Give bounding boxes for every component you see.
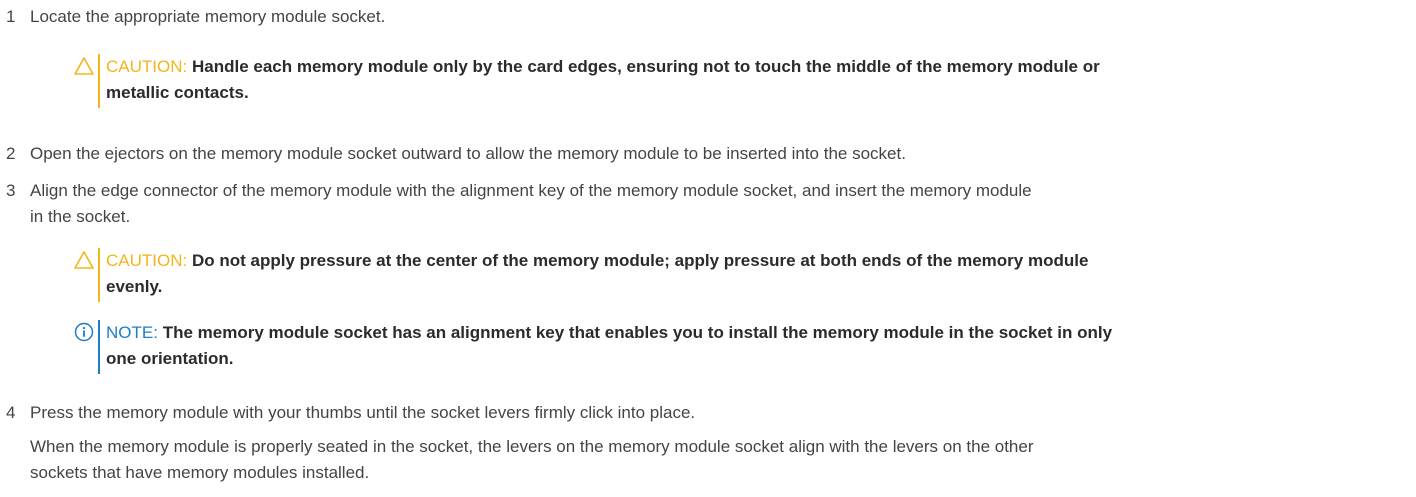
step-text: Open the ejectors on the memory module s…	[30, 141, 1400, 167]
note-label: NOTE:	[106, 323, 158, 342]
caution-text-line: metallic contacts.	[106, 83, 249, 102]
caution-label: CAUTION:	[106, 57, 188, 76]
note-text: NOTE: The memory module socket has an al…	[106, 320, 1406, 372]
step-text: Locate the appropriate memory module soc…	[30, 4, 1400, 30]
caution-bar	[98, 248, 100, 302]
step-number: 2	[6, 144, 16, 163]
step-text: Align the edge connector of the memory m…	[30, 178, 1400, 230]
step-text: Press the memory module with your thumbs…	[30, 400, 1400, 426]
caution-text-line: evenly.	[106, 277, 163, 296]
step-number: 1	[6, 7, 16, 26]
step-text-line: Align the edge connector of the memory m…	[30, 181, 1032, 200]
caution-text-line: Handle each memory module only by the ca…	[191, 57, 1100, 76]
step-text-line: Open the ejectors on the memory module s…	[30, 144, 906, 163]
step-text-line: Press the memory module with your thumbs…	[30, 403, 696, 422]
caution-triangle-icon	[74, 57, 94, 75]
step-detail-text: When the memory module is properly seate…	[30, 434, 1400, 486]
note-bar	[98, 320, 100, 374]
caution-text: CAUTION: Do not apply pressure at the ce…	[106, 248, 1406, 300]
step-number: 4	[6, 403, 16, 422]
step-detail-line: When the memory module is properly seate…	[30, 437, 1034, 456]
step-number: 3	[6, 181, 16, 200]
caution-label: CAUTION:	[106, 251, 188, 270]
caution-triangle-icon	[74, 251, 94, 269]
note-text-line: The memory module socket has an alignmen…	[162, 323, 1113, 342]
caution-text-line: Do not apply pressure at the center of t…	[191, 251, 1089, 270]
info-circle-icon	[74, 322, 94, 342]
step-text-line: in the socket.	[30, 207, 131, 226]
step-detail-line: sockets that have memory modules install…	[30, 463, 370, 482]
note-text-line: one orientation.	[106, 349, 234, 368]
caution-text: CAUTION: Handle each memory module only …	[106, 54, 1406, 106]
step-text-line: Locate the appropriate memory module soc…	[30, 7, 386, 26]
caution-bar	[98, 54, 100, 108]
